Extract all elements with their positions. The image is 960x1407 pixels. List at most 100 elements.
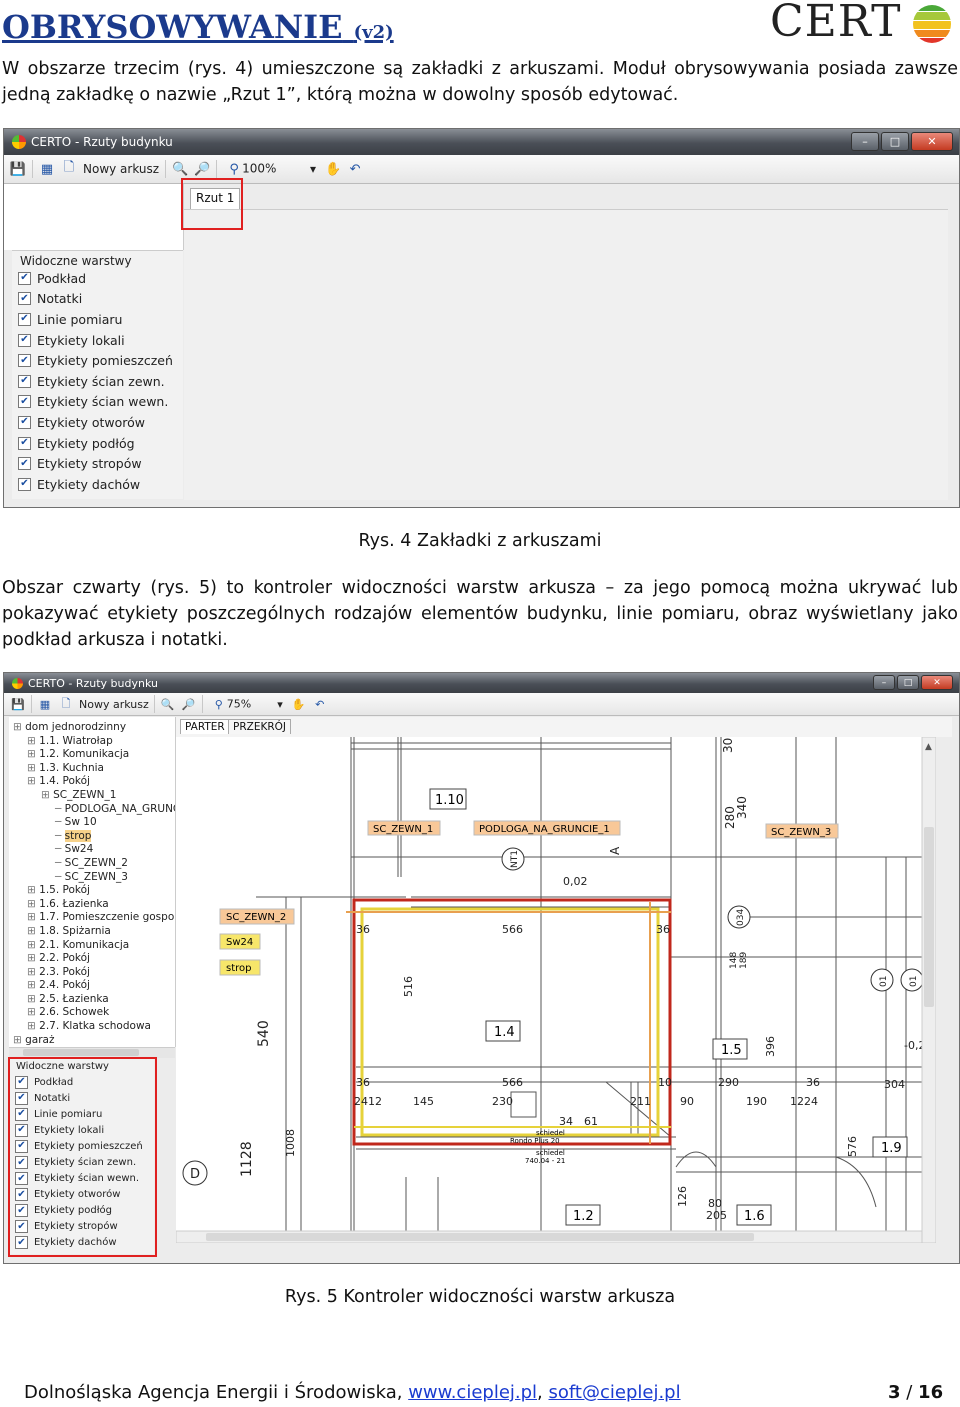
footer-link-email[interactable]: soft@cieplej.pl: [549, 1382, 681, 1403]
expand-icon[interactable]: ⊞: [27, 775, 39, 787]
minimize-button[interactable]: –: [851, 132, 879, 151]
expand-icon[interactable]: ⊞: [27, 898, 39, 910]
expand-icon[interactable]: ⊞: [13, 721, 25, 733]
tab-parter[interactable]: PARTER: [180, 719, 230, 734]
layer-checkbox[interactable]: ✔: [18, 415, 31, 429]
zoom-in-icon[interactable]: 🔎: [194, 161, 210, 177]
tree-node[interactable]: ⊞ 1.2. Komunikacja: [9, 748, 175, 762]
tree-node[interactable]: ⊞ 2.6. Schowek: [9, 1006, 175, 1020]
expand-icon[interactable]: ⊞: [27, 1006, 39, 1018]
tree-node[interactable]: ⊞ 2.7. Klatka schodowa: [9, 1020, 175, 1034]
tree-node[interactable]: ⊞ 2.4. Pokój: [9, 979, 175, 993]
calculator-icon[interactable]: ▦: [37, 696, 53, 712]
expand-icon[interactable]: ⊞: [27, 1020, 39, 1032]
expand-icon[interactable]: ⊞: [13, 1034, 25, 1046]
tree-node[interactable]: ⊞ 1.8. Spiżarnia: [9, 925, 175, 939]
tree-node[interactable]: ⊞ 1.4. Pokój: [9, 775, 175, 789]
expand-icon[interactable]: ⊞: [27, 735, 39, 747]
layer-row[interactable]: ✔ Etykiety ścian zewn.: [18, 371, 183, 392]
layer-row[interactable]: ✔ Podkład: [18, 268, 183, 289]
tree-node[interactable]: ─ strop: [9, 829, 175, 844]
layer-row[interactable]: ✔ Etykiety pomieszczeń: [18, 350, 183, 371]
layer-checkbox[interactable]: ✔: [18, 374, 31, 388]
plan-scroll-thumb-vertical[interactable]: [924, 827, 934, 1007]
layer-row[interactable]: ✔ Etykiety stropów: [18, 453, 183, 474]
sheet-canvas[interactable]: [184, 209, 948, 500]
tree-node[interactable]: ⊞ 2.3. Pokój: [9, 966, 175, 980]
hand-pan-icon[interactable]: ✋: [291, 696, 307, 712]
save-icon[interactable]: 💾: [10, 161, 26, 177]
footer-link-website[interactable]: www.cieplej.pl: [408, 1382, 537, 1403]
tree-node[interactable]: ⊞ garaż: [9, 1034, 175, 1047]
undo-icon[interactable]: ↶: [347, 161, 363, 177]
tree-node[interactable]: ⊞ 1.1. Wiatrołap: [9, 735, 175, 749]
layer-row[interactable]: ✔ Notatki: [18, 289, 183, 310]
plan-scroll-thumb-horizontal[interactable]: [206, 1233, 754, 1241]
close-button[interactable]: ✕: [921, 675, 953, 690]
expand-icon[interactable]: ⊞: [27, 979, 39, 991]
room-110: 1.10: [435, 793, 464, 808]
close-button[interactable]: ✕: [911, 132, 953, 151]
layer-checkbox[interactable]: ✔: [18, 457, 31, 471]
maximize-button[interactable]: □: [897, 675, 919, 690]
tree-node[interactable]: ⊞ SC_ZEWN_1: [9, 789, 175, 803]
calculator-icon[interactable]: ▦: [39, 161, 55, 177]
tree-node[interactable]: ─ Sw 10: [9, 816, 175, 830]
layer-row[interactable]: ✔ Etykiety ścian wewn.: [18, 392, 183, 413]
expand-icon[interactable]: ⊞: [27, 993, 39, 1005]
zoom-select[interactable]: ⚲ 75% ▾: [208, 695, 286, 713]
layer-checkbox[interactable]: ✔: [18, 354, 31, 368]
expand-icon[interactable]: ⊞: [27, 748, 39, 760]
expand-icon[interactable]: ⊞: [27, 966, 39, 978]
new-sheet-icon[interactable]: 🗋: [58, 696, 74, 712]
layer-checkbox[interactable]: ✔: [18, 395, 31, 409]
tree-node[interactable]: ⊞ 2.1. Komunikacja: [9, 939, 175, 953]
expand-icon[interactable]: ⊞: [27, 925, 39, 937]
expand-icon[interactable]: ⊞: [27, 939, 39, 951]
expand-icon[interactable]: ⊞: [27, 762, 39, 774]
layer-row[interactable]: ✔ Linie pomiaru: [18, 309, 183, 330]
zoom-select[interactable]: ⚲ 100% ▾: [223, 160, 319, 178]
tab-przekroj[interactable]: PRZEKRÓJ: [228, 719, 291, 734]
layer-checkbox[interactable]: ✔: [18, 477, 31, 491]
maximize-button[interactable]: □: [881, 132, 909, 151]
tree-scroll-thumb[interactable]: [23, 1049, 139, 1056]
hand-pan-icon[interactable]: ✋: [325, 161, 341, 177]
new-sheet-button[interactable]: Nowy arkusz: [83, 162, 159, 176]
layer-row[interactable]: ✔ Etykiety podłóg: [18, 433, 183, 454]
new-sheet-button[interactable]: Nowy arkusz: [79, 698, 149, 711]
scroll-up-icon[interactable]: ▲: [925, 742, 932, 752]
tree-node[interactable]: ⊞ 1.7. Pomieszczenie gospo: [9, 911, 175, 925]
layer-checkbox[interactable]: ✔: [18, 333, 31, 347]
tree-node[interactable]: ⊞ 2.2. Pokój: [9, 952, 175, 966]
tree-node[interactable]: ⊞ 1.5. Pokój: [9, 884, 175, 898]
tree-node[interactable]: ─ SC_ZEWN_3: [9, 871, 175, 885]
chevron-down-icon: ▾: [310, 162, 317, 176]
undo-icon[interactable]: ↶: [312, 696, 328, 712]
tree-node[interactable]: ⊞ 2.5. Łazienka: [9, 993, 175, 1007]
zoom-in-icon[interactable]: 🔎: [181, 696, 197, 712]
layer-checkbox[interactable]: ✔: [18, 436, 31, 450]
minimize-button[interactable]: –: [873, 675, 895, 690]
zoom-out-icon[interactable]: 🔍: [160, 696, 176, 712]
new-sheet-icon[interactable]: 🗋: [61, 160, 77, 177]
layer-checkbox[interactable]: ✔: [18, 312, 31, 326]
tree-node[interactable]: ⊞ 1.6. Łazienka: [9, 898, 175, 912]
zoom-out-icon[interactable]: 🔍: [172, 161, 188, 177]
tree-node[interactable]: ─ PODLOGA_NA_GRUNC: [9, 803, 175, 817]
save-icon[interactable]: 💾: [10, 696, 26, 712]
tree-node[interactable]: ─ SC_ZEWN_2: [9, 857, 175, 871]
tree-node[interactable]: ⊞ dom jednorodzinny: [9, 721, 175, 735]
tree-node[interactable]: ⊞ 1.3. Kuchnia: [9, 762, 175, 776]
layer-checkbox[interactable]: ✔: [18, 271, 31, 285]
expand-icon[interactable]: ⊞: [27, 952, 39, 964]
layer-checkbox[interactable]: ✔: [18, 292, 31, 306]
expand-icon[interactable]: ⊞: [27, 884, 39, 896]
layer-row[interactable]: ✔ Etykiety dachów: [18, 474, 183, 495]
expand-icon[interactable]: ⊞: [41, 789, 53, 801]
expand-icon[interactable]: ⊞: [27, 911, 39, 923]
layer-row[interactable]: ✔ Etykiety lokali: [18, 330, 183, 351]
layer-row[interactable]: ✔ Etykiety otworów: [18, 412, 183, 433]
tree-node[interactable]: ─ Sw24: [9, 843, 175, 857]
floor-plan-canvas[interactable]: SC_ZEWN_1 PODLOGA_NA_GRUNCIE_1 SC_ZEWN_3…: [176, 737, 936, 1243]
